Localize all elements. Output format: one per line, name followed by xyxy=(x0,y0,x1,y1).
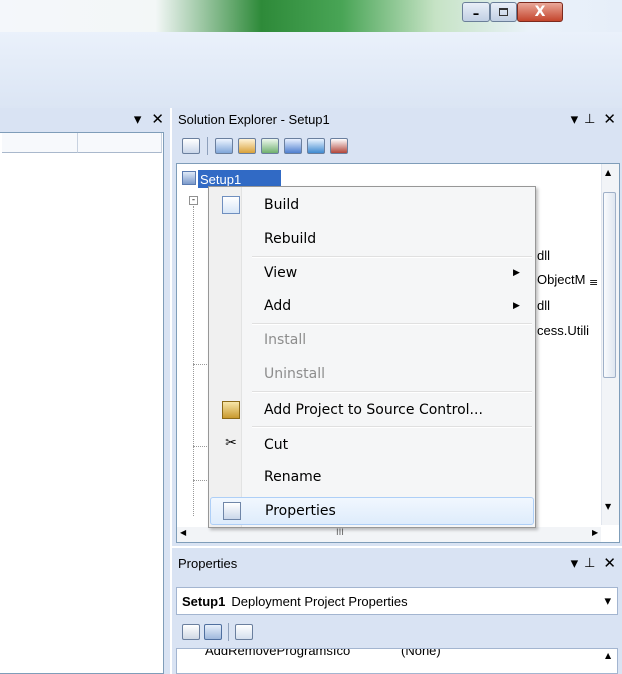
build-icon xyxy=(222,196,240,214)
maximize-button[interactable] xyxy=(490,2,517,22)
menu-item-uninstall: Uninstall xyxy=(264,366,326,382)
menu-item-add[interactable]: Add ▶ xyxy=(210,292,534,320)
launch-conditions-editor-icon[interactable] xyxy=(330,138,348,154)
menu-separator xyxy=(252,323,532,325)
se-close-icon[interactable]: ✕ xyxy=(603,110,616,128)
file-system-editor-icon[interactable] xyxy=(215,138,233,154)
user-interface-editor-icon[interactable] xyxy=(284,138,302,154)
horizontal-scrollbar[interactable] xyxy=(177,527,601,542)
column-header[interactable] xyxy=(78,133,162,153)
toolbar-area xyxy=(0,32,622,108)
toolbar-separator xyxy=(207,137,208,155)
combo-arrow-icon: ▾ xyxy=(604,593,611,609)
property-row-name[interactable]: AddRemoveProgramsIco xyxy=(205,649,350,658)
minimize-button[interactable]: – xyxy=(462,2,490,22)
tree-item[interactable]: cess.Utili xyxy=(537,323,589,338)
properties-title: Properties xyxy=(178,555,238,571)
props-close-icon[interactable]: ✕ xyxy=(603,554,616,572)
source-control-icon xyxy=(222,401,240,419)
properties-object-selector[interactable]: Setup1 Deployment Project Properties ▾ xyxy=(176,587,618,615)
menu-item-properties[interactable]: Properties xyxy=(210,497,534,525)
se-dropdown-icon[interactable]: ▾ xyxy=(571,110,579,128)
menu-item-build[interactable]: Build xyxy=(210,191,534,219)
solution-explorer-title: Solution Explorer - Setup1 xyxy=(178,111,330,127)
menu-item-cut[interactable]: ✂ Cut xyxy=(210,431,534,459)
tree-line xyxy=(193,480,207,481)
props-pin-icon[interactable]: ⊥ xyxy=(584,556,595,571)
tree-line xyxy=(193,206,194,516)
solution-explorer-toolbar xyxy=(176,131,620,161)
menu-item-install: Install xyxy=(264,332,307,348)
tree-item[interactable]: dll xyxy=(537,298,550,313)
props-dropdown-icon[interactable]: ▾ xyxy=(571,554,579,572)
horizontal-scroll-grip: III xyxy=(336,528,344,538)
scroll-up-icon[interactable]: ▲ xyxy=(605,168,611,177)
menu-item-rebuild[interactable]: Rebuild xyxy=(210,225,534,253)
tree-item[interactable]: ObjectM xyxy=(537,272,585,287)
file-types-editor-icon[interactable] xyxy=(261,138,279,154)
close-window-button[interactable]: X xyxy=(517,2,563,22)
properties-tool-icon[interactable] xyxy=(182,138,200,154)
submenu-arrow-icon: ▶ xyxy=(513,268,520,278)
left-pane-content xyxy=(0,132,164,674)
tree-line xyxy=(193,446,207,447)
left-pane-close-icon[interactable]: ✕ xyxy=(151,110,164,128)
grid-scroll-up-icon[interactable]: ▲ xyxy=(605,651,611,660)
custom-actions-editor-icon[interactable] xyxy=(307,138,325,154)
cut-icon: ✂ xyxy=(225,435,237,451)
left-pane-dropdown-icon[interactable]: ▾ xyxy=(134,110,142,128)
menu-item-rename[interactable]: Rename xyxy=(210,463,534,491)
scroll-down-icon[interactable]: ▼ xyxy=(605,502,611,511)
alphabetical-sort-icon[interactable] xyxy=(204,624,222,640)
left-pane-header: ▾ ✕ xyxy=(0,108,170,130)
collapse-mark: ≡ xyxy=(589,276,599,289)
column-header[interactable] xyxy=(2,133,78,153)
scroll-left-icon[interactable]: ◀ xyxy=(180,528,186,537)
property-row-value[interactable]: (None) xyxy=(401,649,441,658)
toolbar-separator xyxy=(228,623,229,641)
properties-icon xyxy=(223,502,241,520)
tree-line xyxy=(193,364,207,365)
menu-separator xyxy=(252,426,532,428)
categorized-icon[interactable] xyxy=(182,624,200,640)
menu-separator xyxy=(252,391,532,393)
menu-item-add-to-source-control[interactable]: Add Project to Source Control... xyxy=(210,396,534,424)
vertical-scroll-thumb[interactable] xyxy=(603,192,616,378)
project-icon xyxy=(182,171,196,185)
property-grid: AddRemoveProgramsIco (None) ▲ xyxy=(176,648,618,674)
se-pin-icon[interactable]: ⊥ xyxy=(584,112,595,127)
close-icon: X xyxy=(534,4,546,20)
property-pages-icon[interactable] xyxy=(235,624,253,640)
object-type: Deployment Project Properties xyxy=(231,593,408,609)
maximize-icon xyxy=(499,8,508,16)
properties-toolbar xyxy=(176,618,618,646)
menu-item-view[interactable]: View ▶ xyxy=(210,259,534,287)
properties-header: Properties ▾ ⊥ ✕ xyxy=(176,551,622,575)
scroll-right-icon[interactable]: ▶ xyxy=(592,528,598,537)
registry-editor-icon[interactable] xyxy=(238,138,256,154)
minimize-icon: – xyxy=(472,6,480,22)
tree-expander-icon[interactable]: - xyxy=(189,196,198,205)
submenu-arrow-icon: ▶ xyxy=(513,301,520,311)
solution-explorer-header: Solution Explorer - Setup1 ▾ ⊥ ✕ xyxy=(176,108,622,130)
tree-item[interactable]: dll xyxy=(537,248,550,263)
object-name: Setup1 xyxy=(182,593,226,609)
menu-separator xyxy=(252,256,532,258)
